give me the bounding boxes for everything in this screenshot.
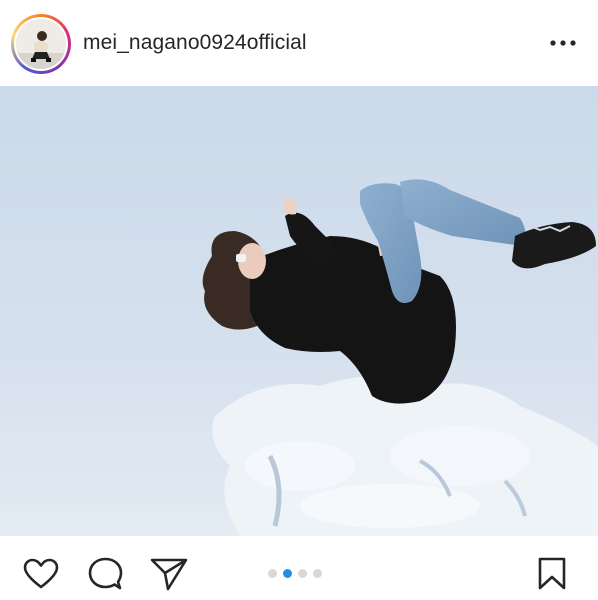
more-horizontal-icon xyxy=(550,40,576,46)
story-ring[interactable] xyxy=(11,14,71,74)
carousel-dot-1[interactable] xyxy=(268,569,277,578)
carousel-dot-2[interactable] xyxy=(283,569,292,578)
carousel-dot-3[interactable] xyxy=(298,569,307,578)
save-button[interactable] xyxy=(532,556,572,592)
username[interactable]: mei_nagano0924official xyxy=(83,31,307,55)
like-button[interactable] xyxy=(21,556,61,592)
comment-button[interactable] xyxy=(85,556,125,592)
post-image xyxy=(0,86,598,536)
carousel-indicator xyxy=(268,569,322,579)
carousel-dot-4[interactable] xyxy=(313,569,322,578)
heart-icon xyxy=(23,558,59,589)
comment-icon xyxy=(88,557,123,590)
avatar-border xyxy=(14,17,68,71)
share-button[interactable] xyxy=(149,556,189,592)
post-header: mei_nagano0924official xyxy=(0,0,598,86)
post-actions xyxy=(0,536,598,600)
more-options-button[interactable] xyxy=(548,32,578,54)
bookmark-icon xyxy=(538,557,566,590)
avatar[interactable] xyxy=(16,19,66,69)
avatar-image xyxy=(16,19,66,69)
send-icon xyxy=(150,558,188,591)
post-photo[interactable] xyxy=(0,86,598,536)
